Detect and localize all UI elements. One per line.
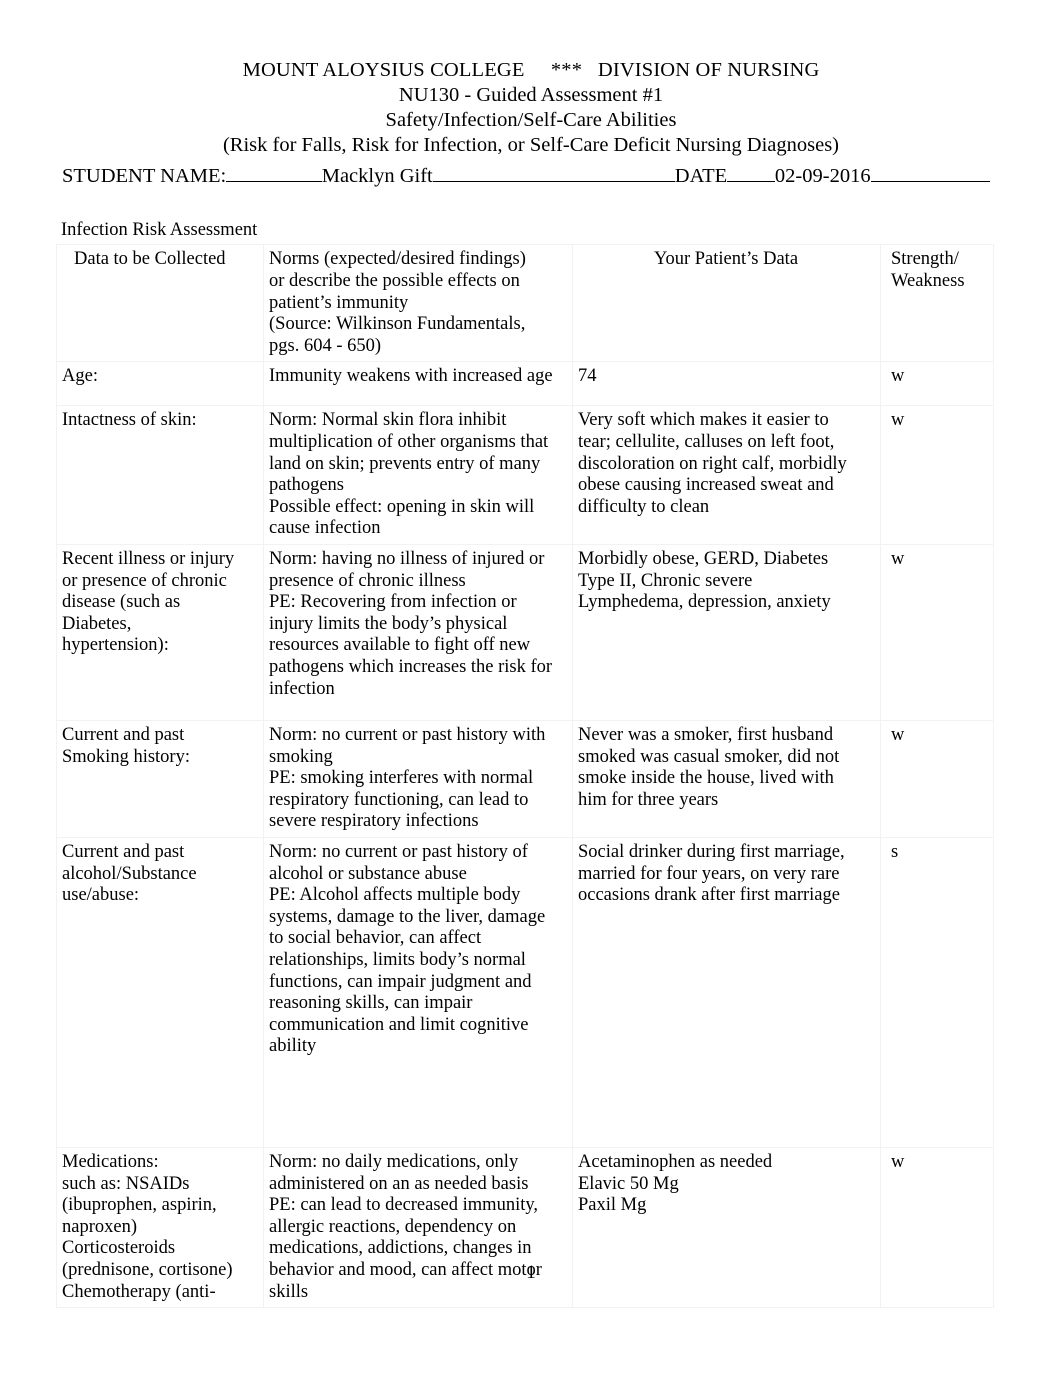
cell-norms: Norm: Normal skin flora inhibit multipli… (263, 405, 573, 545)
header-cell-norms: Norms (expected/desired findings) or des… (263, 244, 573, 363)
cell-norms: Norm: no current or past history with sm… (263, 719, 573, 838)
cell-norms: Norm: no current or past history of alco… (263, 836, 573, 1148)
cell-strength-weakness: s (880, 836, 994, 1148)
cell-data-to-be-collected: Age: (56, 361, 264, 407)
student-name-date-row: STUDENT NAME: Macklyn Gift DATE 02-09-20… (0, 163, 1062, 189)
table-row: Recent illness or injury or presence of … (56, 543, 994, 721)
table-header-row: Data to be Collected Norms (expected/des… (56, 244, 994, 363)
student-name-label: STUDENT NAME: (62, 165, 227, 188)
cell-patient-data: Never was a smoker, first husband smoked… (572, 719, 881, 838)
cell-norms: Norm: having no illness of injured or pr… (263, 543, 573, 721)
header-line-course: NU130 - Guided Assessment #1 (398, 84, 664, 106)
cell-patient-data: Morbidly obese, GERD, Diabetes Type II, … (572, 543, 881, 721)
page-number: 1 (526, 1262, 536, 1283)
cell-strength-weakness: w (880, 543, 994, 721)
cell-patient-data: Social drinker during first marriage, ma… (572, 836, 881, 1148)
table-row: Age: Immunity weakens with increased age 7… (56, 361, 994, 407)
date-blank-before (727, 163, 775, 183)
cell-norms: Immunity weakens with increased age (263, 361, 573, 407)
infection-risk-assessment-table: Data to be Collected Norms (expected/des… (56, 244, 994, 1309)
cell-data-to-be-collected: Current and past Smoking history: (56, 719, 264, 838)
date-label: DATE (674, 165, 728, 188)
student-name-value: Macklyn Gift (321, 165, 433, 188)
cell-data-to-be-collected: Current and past alcohol/Substance use/a… (56, 836, 264, 1148)
student-name-blank-before (226, 163, 322, 183)
header-cell-data-to-be-collected: Data to be Collected (56, 244, 264, 363)
table-row: Intactness of skin: Norm: Normal skin flo… (56, 405, 994, 545)
cell-patient-data: 74 (572, 361, 881, 407)
document-page: MOUNT ALOYSIUS COLLEGE *** DIVISION OF N… (0, 0, 1062, 1377)
cell-patient-data: Very soft which makes it easier to tear;… (572, 405, 881, 545)
assessment-table-body: Data to be Collected Norms (expected/des… (56, 244, 994, 1309)
header-cell-your-patients-data: Your Patient’s Data (572, 244, 881, 363)
header-line-subject: Safety/Infection/Self-Care Abilities (385, 109, 677, 131)
cell-data-to-be-collected: Intactness of skin: (56, 405, 264, 545)
header-line-diagnoses: (Risk for Falls, Risk for Infection, or … (222, 134, 839, 156)
cell-strength-weakness: w (880, 719, 994, 838)
document-header: MOUNT ALOYSIUS COLLEGE *** DIVISION OF N… (0, 0, 1062, 158)
date-value: 02-09-2016 (774, 165, 871, 188)
table-row: Current and past alcohol/Substance use/a… (56, 836, 994, 1148)
cell-strength-weakness: w (880, 361, 994, 407)
assessment-table-wrapper: Data to be Collected Norms (expected/des… (0, 244, 1062, 1309)
table-row: Current and past Smoking history: Norm: n… (56, 719, 994, 838)
section-caption: Infection Risk Assessment (61, 220, 258, 241)
cell-strength-weakness: w (880, 405, 994, 545)
header-cell-strength-weakness: Strength/ Weakness (880, 244, 994, 363)
cell-data-to-be-collected: Recent illness or injury or presence of … (56, 543, 264, 721)
header-line-institution: MOUNT ALOYSIUS COLLEGE *** DIVISION OF N… (242, 59, 820, 81)
date-blank-after (870, 163, 990, 183)
student-name-blank-after (432, 163, 675, 183)
